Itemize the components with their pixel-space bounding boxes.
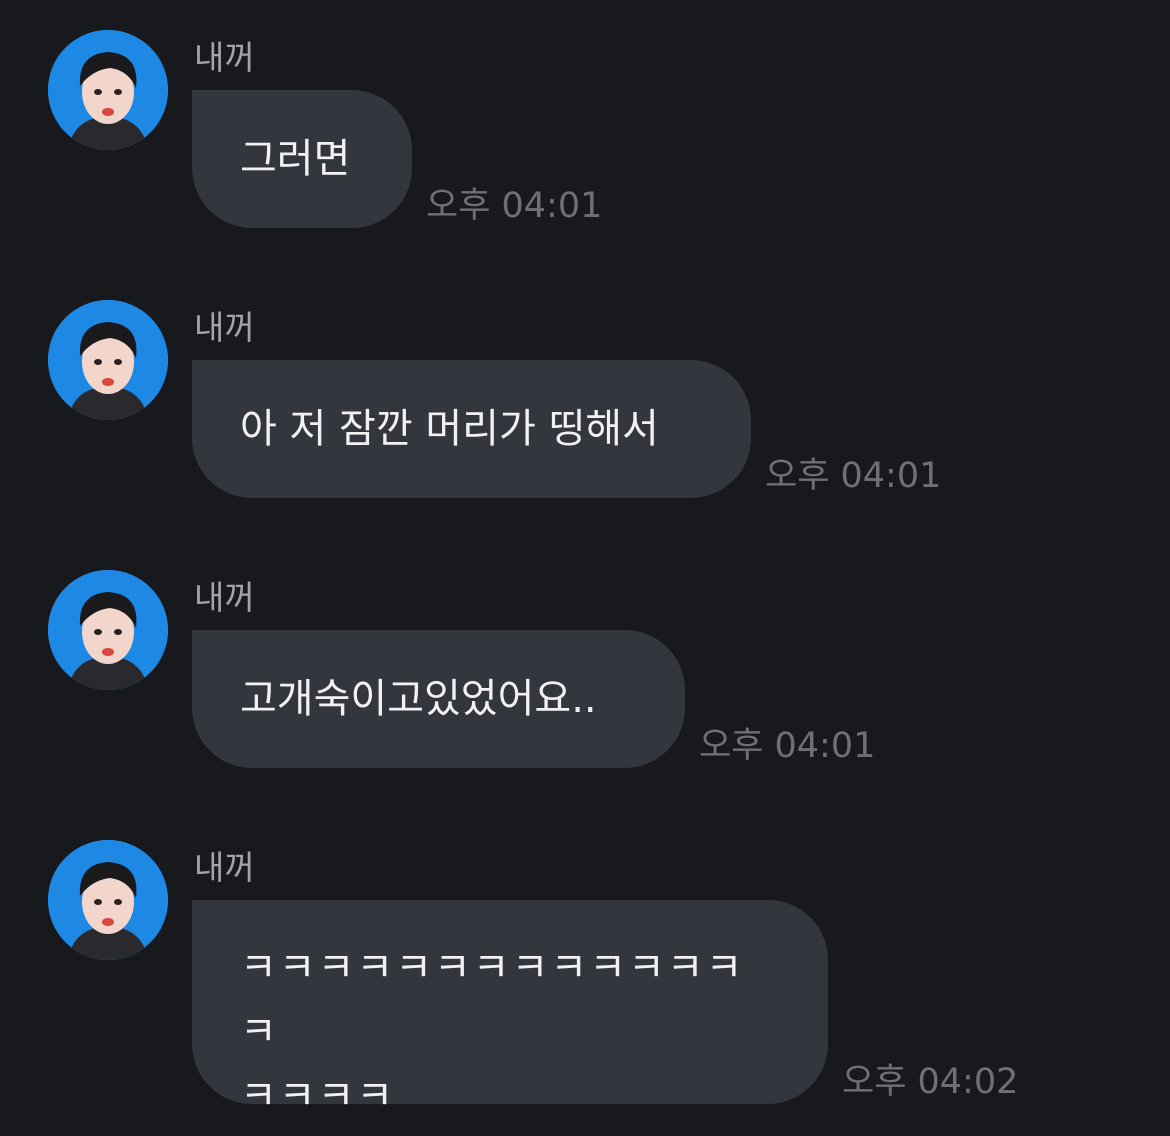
profile-photo-icon — [48, 570, 168, 690]
avatar[interactable] — [48, 840, 168, 960]
profile-photo-icon — [48, 300, 168, 420]
profile-photo-icon — [48, 30, 168, 150]
message-bubble[interactable]: ㅋㅋㅋㅋㅋㅋㅋㅋㅋㅋㅋㅋㅋㅋ ㅋㅋㅋㅋ — [192, 900, 828, 1119]
chat-window: 내꺼 그러면 오후 04:01 내꺼 아 저 잠깐 머리가 띵해서 오후 04:… — [0, 0, 1170, 1136]
message-bubble[interactable]: 아 저 잠깐 머리가 띵해서 — [192, 360, 751, 498]
avatar[interactable] — [48, 30, 168, 150]
message-bubble[interactable]: 고개숙이고있었어요.. — [192, 630, 685, 768]
message-time: 오후 04:01 — [426, 186, 603, 226]
profile-photo-icon — [48, 840, 168, 960]
sender-name: 내꺼 — [194, 578, 255, 617]
avatar[interactable] — [48, 570, 168, 690]
sender-name: 내꺼 — [194, 848, 255, 887]
message-time: 오후 04:02 — [842, 1062, 1019, 1102]
message-time: 오후 04:01 — [765, 456, 942, 496]
sender-name: 내꺼 — [194, 38, 255, 77]
sender-name: 내꺼 — [194, 308, 255, 347]
message-time: 오후 04:01 — [699, 726, 876, 766]
message-bubble[interactable]: 그러면 — [192, 90, 412, 228]
avatar[interactable] — [48, 300, 168, 420]
